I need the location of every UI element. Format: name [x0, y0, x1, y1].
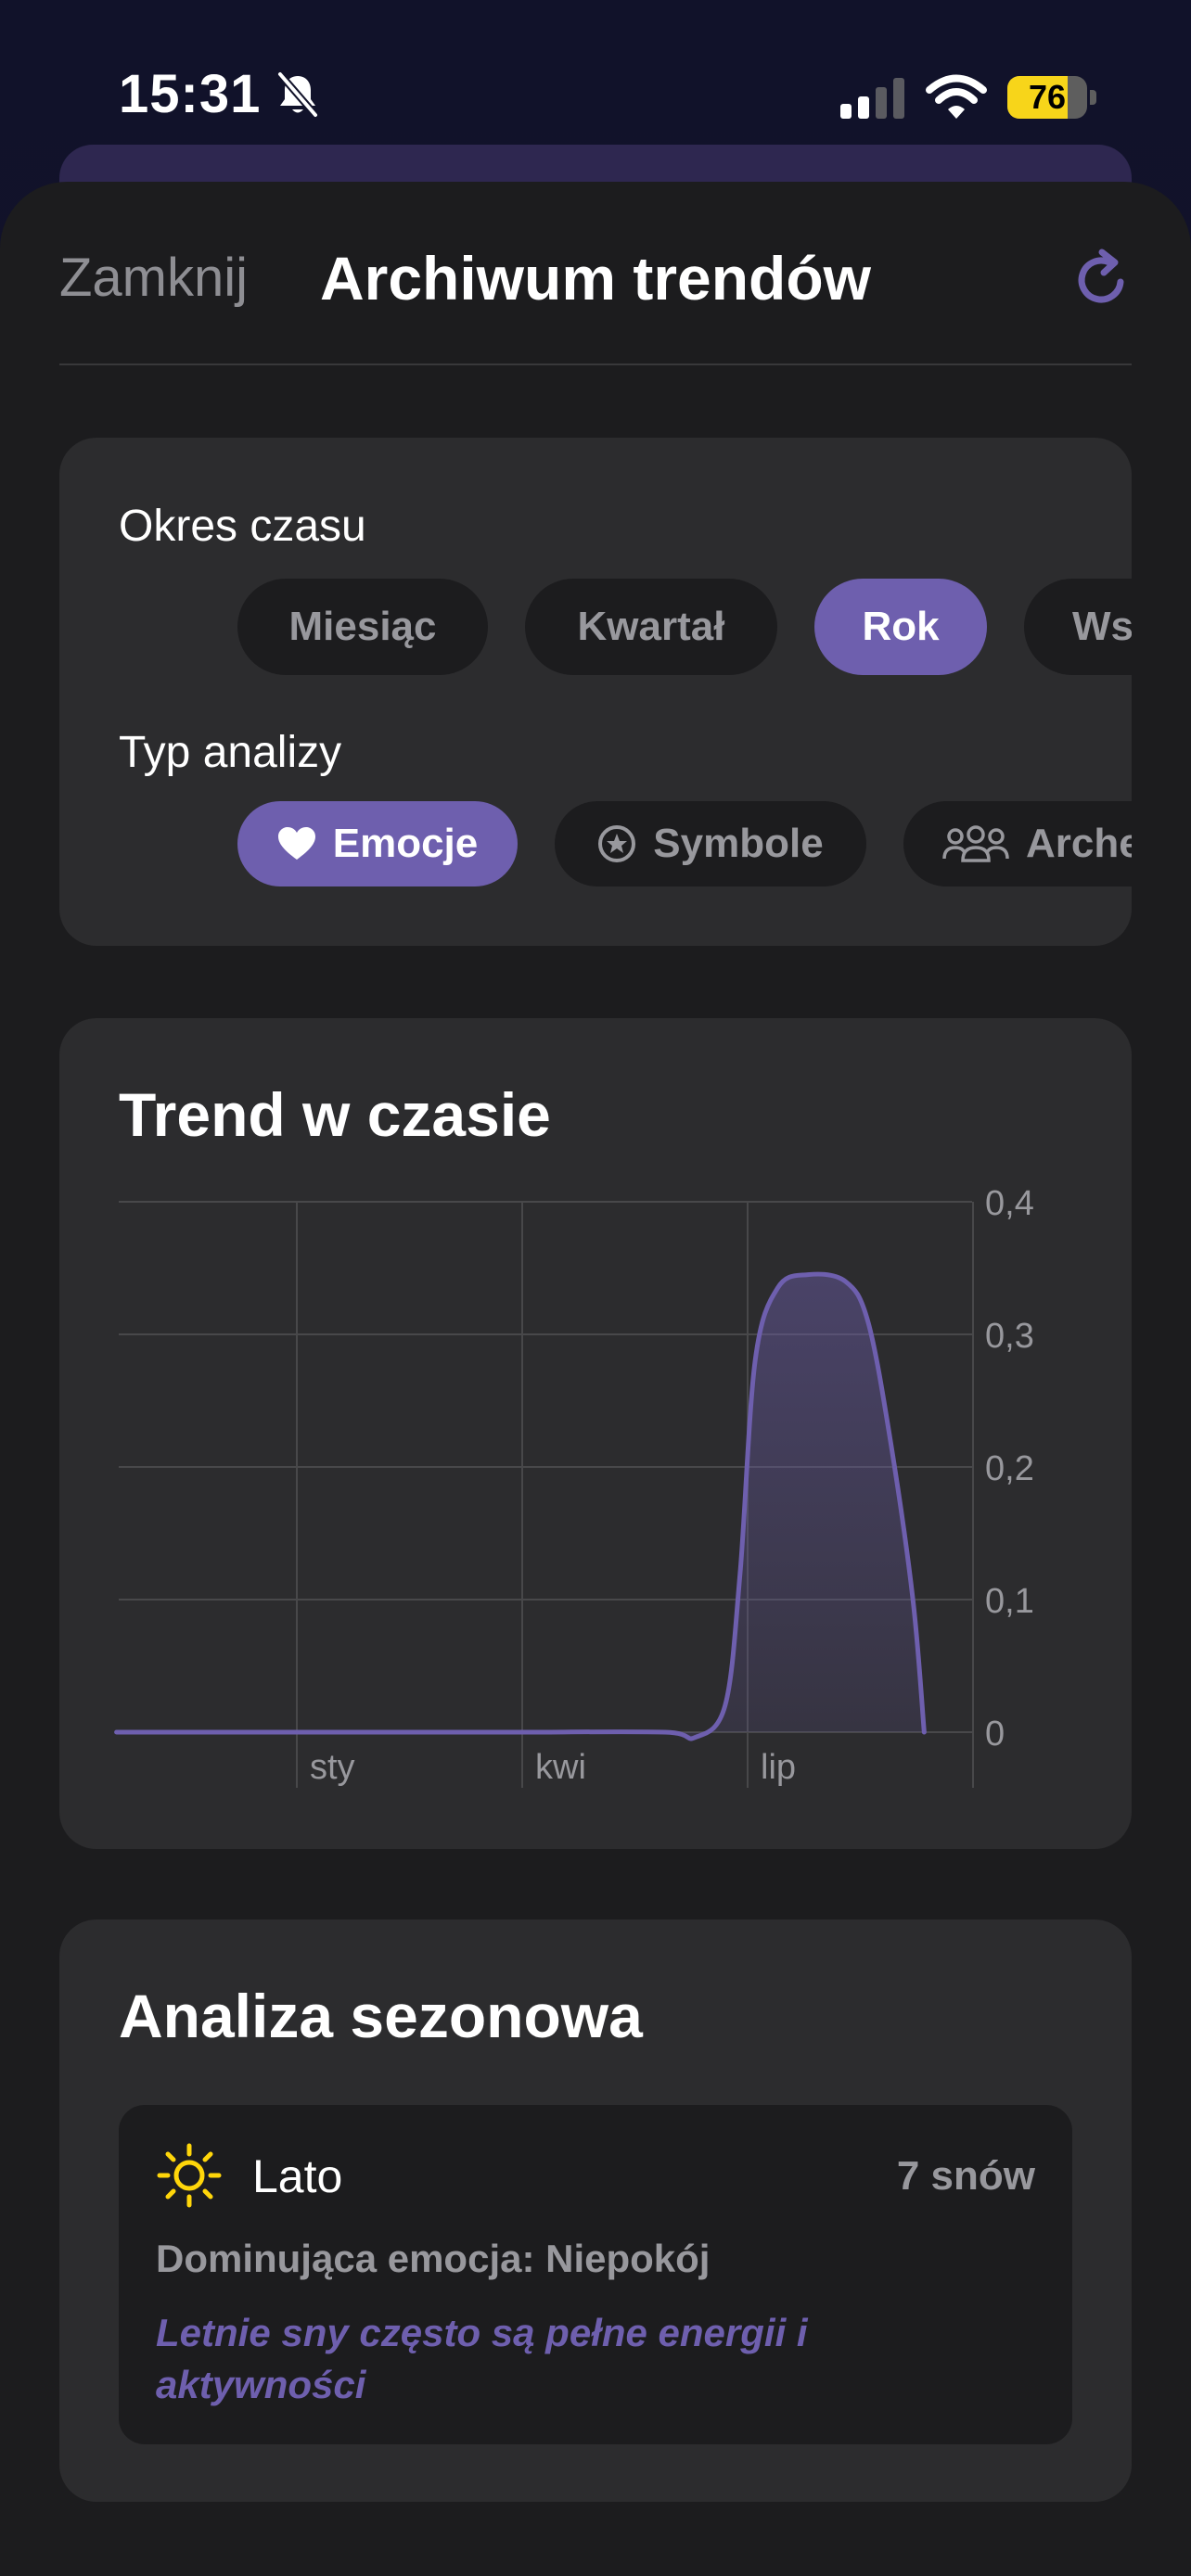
period-chip-row: Miesiąc Kwartał Rok Ws: [119, 579, 1132, 681]
cellular-signal-icon: [840, 78, 904, 119]
chip-label: Emocje: [332, 821, 479, 866]
page-title: Archiwum trendów: [319, 244, 872, 312]
chip-period-month[interactable]: Miesiąc: [237, 579, 488, 675]
seasonal-analysis-card: Analiza sezonowa Lato 7 snów Dominująca …: [59, 1919, 1132, 2502]
series-area: [116, 1274, 925, 1740]
y-tick-label: 0,1: [985, 1582, 1034, 1621]
refresh-icon: [1078, 249, 1124, 303]
chip-analysis-archetypes[interactable]: Arche: [903, 801, 1132, 886]
y-tick-label: 0,4: [985, 1184, 1034, 1223]
chip-period-all[interactable]: Ws: [1024, 579, 1132, 675]
x-tick-label: lip: [761, 1748, 796, 1787]
wifi-icon: [926, 74, 987, 119]
navigation-bar: Zamknij Archiwum trendów: [0, 182, 1191, 365]
chip-period-year[interactable]: Rok: [814, 579, 987, 675]
season-summary: Lato 7 snów Dominująca emocja: Niepokój …: [119, 2105, 1072, 2444]
bell-slash-icon: [276, 71, 319, 118]
trend-card: Trend w czasie 0,4 0,3 0,2 0,1 0 sty kwi lip: [59, 1018, 1132, 1849]
dream-count: 7 snów: [896, 2153, 1035, 2199]
chip-label: Ws: [1072, 604, 1132, 649]
heart-icon: [277, 827, 315, 860]
dominant-emotion: Dominująca emocja: Niepokój: [156, 2237, 711, 2280]
chip-label: Symbole: [653, 821, 824, 866]
chip-analysis-symbols[interactable]: Symbole: [555, 801, 866, 886]
nav-divider: [59, 363, 1132, 365]
season-name: Lato: [252, 2150, 343, 2202]
seasonal-title: Analiza sezonowa: [119, 1982, 643, 2050]
chip-label: Arche: [1026, 821, 1132, 866]
x-tick-label: kwi: [535, 1748, 586, 1787]
status-time: 15:31: [119, 64, 262, 124]
chip-label: Miesiąc: [288, 604, 437, 649]
chip-label: Rok: [862, 604, 940, 649]
battery-body: 76: [1007, 76, 1087, 119]
battery-indicator: 76: [1007, 76, 1096, 119]
y-tick-label: 0,3: [985, 1317, 1034, 1356]
filters-card: Okres czasu Miesiąc Kwartał Rok Ws Typ a…: [59, 438, 1132, 946]
refresh-button[interactable]: [1069, 247, 1135, 313]
battery-percent: 76: [1028, 78, 1067, 116]
chip-period-quarter[interactable]: Kwartał: [525, 579, 777, 675]
trend-chart: 0,4 0,3 0,2 0,1 0 sty kwi lip: [114, 1184, 1034, 1788]
battery-cap: [1090, 90, 1096, 105]
star-circle-icon: [598, 825, 636, 862]
chip-label: Kwartał: [577, 604, 725, 649]
screen: 15:31 76 Zamknij Archiwum trendów Okres …: [0, 0, 1191, 2576]
season-insight: Letnie sny często są pełne energii i akt…: [156, 2311, 808, 2406]
chip-analysis-emotions[interactable]: Emocje: [237, 801, 518, 886]
analysis-label: Typ analizy: [119, 728, 342, 777]
sun-icon: [157, 2143, 222, 2208]
people-group-icon: [942, 825, 1009, 862]
analysis-chip-row: Emocje Symbole Arche: [119, 801, 1132, 888]
y-tick-label: 0,2: [985, 1449, 1034, 1488]
y-tick-label: 0: [985, 1715, 1005, 1753]
period-label: Okres czasu: [119, 502, 366, 551]
x-tick-label: sty: [310, 1748, 355, 1787]
